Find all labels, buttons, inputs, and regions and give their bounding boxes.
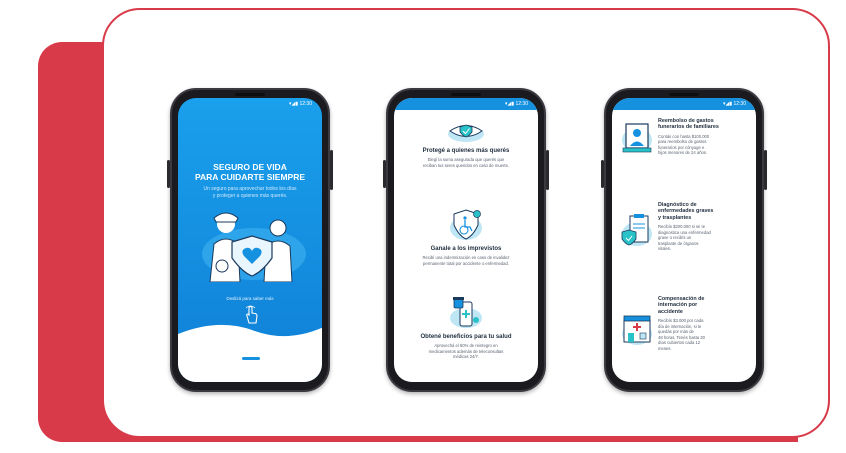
status-bar: ▾◢▮ 12:30 (178, 98, 322, 110)
white-card: ▾◢▮ 12:30 SEGURO DE VIDA PARA CUIDARTE S… (102, 8, 830, 438)
benefit-title: Protegé a quienes más querés (422, 148, 510, 154)
coverage-title: Reembolso de gastos funerarios de famili… (658, 118, 719, 131)
phone-onboarding: ▾◢▮ 12:30 SEGURO DE VIDA PARA CUIDARTE S… (167, 88, 333, 392)
medical-chart-icon (621, 214, 652, 246)
phone-speaker (235, 93, 265, 96)
signal-icon: ▾◢▮ (288, 101, 299, 107)
onboarding-title: SEGURO DE VIDA PARA CUIDARTE SIEMPRE (194, 162, 306, 182)
benefit-text: Aprovechá el 50% de reintegro en medicam… (428, 343, 504, 359)
wheelchair-shield-icon (450, 209, 482, 240)
phone-screen: ▾◢▮ 12:30 SEGURO DE VIDA PARA CUIDARTE S… (178, 98, 322, 382)
phone-speaker (451, 93, 481, 96)
phone-benefits: ▾◢▮ 12:30 Protegé a quienes más querés E… (383, 88, 549, 392)
family-shield-illustration (202, 212, 306, 282)
benefit-text: Recibí una indemnización en caso de inva… (422, 255, 510, 266)
medicine-phone-icon (450, 297, 482, 328)
status-time: 12:30 (515, 101, 528, 107)
phone-speaker (669, 93, 699, 96)
benefit-text: Elegí la suma asegurada que querés que r… (422, 157, 510, 168)
onboarding-subtitle: Un seguro para aprovechar todos los días… (203, 186, 297, 199)
swipe-hint: Deslizá para saber más (226, 296, 274, 301)
phone-coverages: ▾◢▮ 12:30 Reembolso de gastos funerarios… (601, 88, 767, 392)
status-bar: ▾◢▮ 12:30 (612, 98, 756, 110)
wave-footer (178, 324, 322, 382)
status-time: 12:30 (299, 101, 312, 107)
status-bar: ▾◢▮ 12:30 (394, 98, 538, 110)
coverage-title: Compensación de internación por accident… (658, 296, 705, 315)
hospital-icon (622, 315, 652, 345)
benefit-health: Obtené beneficios para tu salud Aprovech… (400, 296, 532, 360)
status-time: 12:30 (733, 101, 746, 107)
eye-shield-icon (448, 124, 484, 142)
benefit-title: Obtené beneficios para tu salud (420, 334, 512, 340)
coverage-text: Recibís $3.000 por cada día de internaci… (658, 318, 705, 351)
coverage-text: Recibís $200.000 si se te diagnostica un… (658, 224, 711, 252)
coverage-text: Contás con hasta $100.000 para reembolso… (658, 133, 710, 156)
signal-icon: ▾◢▮ (504, 101, 515, 107)
coverage-title: Diagnóstico de enfermedades graves y tra… (658, 202, 714, 221)
signal-icon: ▾◢▮ (722, 101, 733, 107)
benefit-protect: Protegé a quienes más querés Elegí la su… (400, 118, 532, 168)
phone-screen: ▾◢▮ 12:30 Reembolso de gastos funerarios… (612, 98, 756, 382)
benefit-unforeseen: Ganale a los imprevistos Recibí una inde… (400, 208, 532, 266)
portrait-frame-icon (622, 123, 652, 153)
page-indicator[interactable] (242, 357, 260, 360)
benefit-title: Ganale a los imprevistos (430, 246, 502, 252)
phone-screen: ▾◢▮ 12:30 Protegé a quienes más querés E… (394, 98, 538, 382)
